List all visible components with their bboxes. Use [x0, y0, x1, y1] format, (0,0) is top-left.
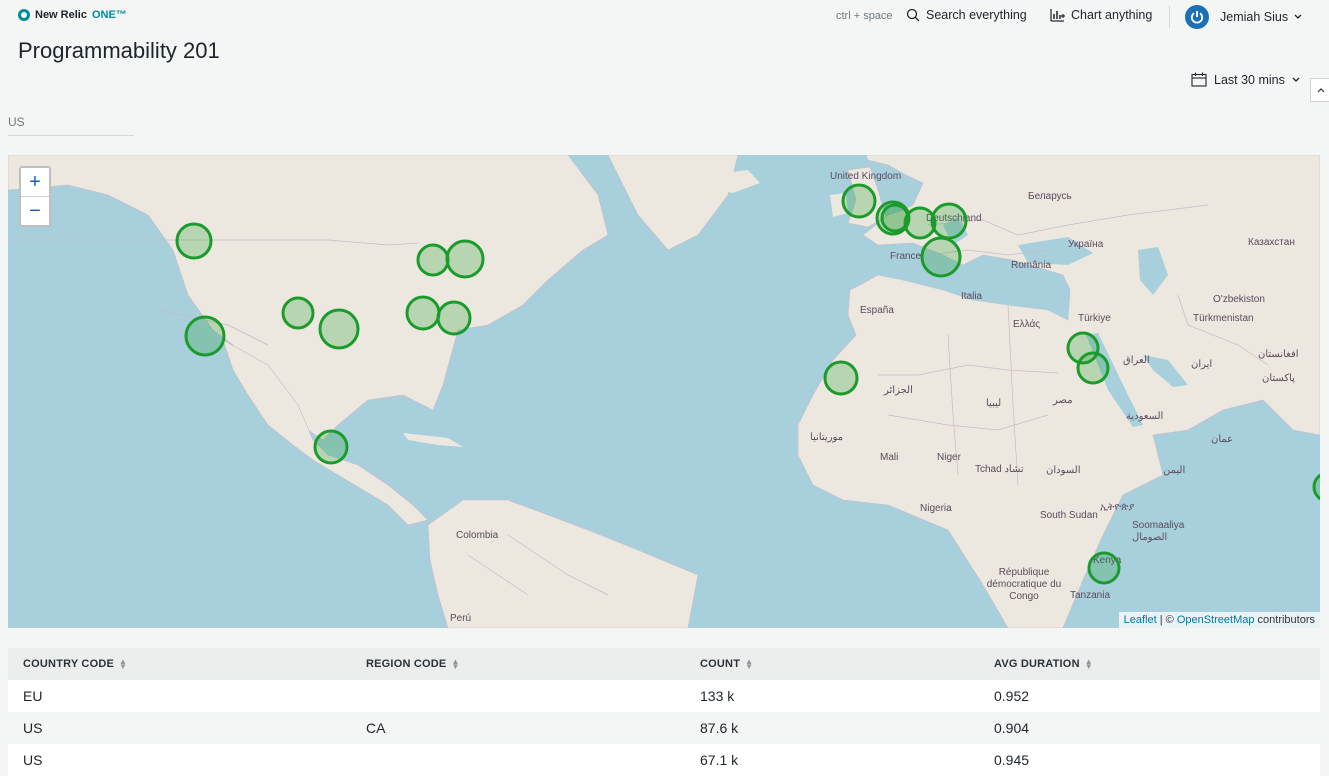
nav-divider — [1169, 6, 1170, 28]
location-marker[interactable] — [416, 243, 450, 277]
attribution-tail: contributors — [1254, 614, 1315, 626]
cell-count: 133 k — [700, 688, 735, 704]
chevron-up-icon — [1317, 88, 1324, 93]
new-relic-logo-icon — [18, 9, 30, 21]
column-header-country-code[interactable]: COUNTRY CODE ▲ ▼ — [8, 657, 351, 672]
location-marker[interactable] — [841, 183, 877, 219]
logo-one: ONE™ — [91, 9, 127, 21]
location-marker[interactable] — [405, 295, 441, 331]
column-label: COUNT — [700, 658, 741, 670]
chevron-down-icon — [1292, 77, 1300, 82]
location-marker[interactable] — [445, 239, 485, 279]
filter-field[interactable] — [8, 112, 134, 136]
search-everything-label: Search everything — [926, 8, 1027, 22]
new-relic-logo[interactable]: New Relic ONE™ — [18, 9, 127, 21]
table-row[interactable]: US 67.1 k 0.945 — [8, 744, 1320, 776]
chart-anything-label: Chart anything — [1071, 8, 1153, 22]
world-map[interactable]: United Kingdom Беларусь Deutschland Укра… — [8, 155, 1320, 628]
location-marker[interactable] — [1076, 351, 1110, 385]
zoom-out-button[interactable]: − — [21, 197, 49, 225]
map-attribution: Leaflet | © OpenStreetMap contributors — [1118, 612, 1320, 628]
sort-icon: ▲ ▼ — [745, 657, 754, 672]
location-marker[interactable] — [184, 315, 226, 357]
location-marker[interactable] — [1087, 551, 1121, 585]
sort-icon: ▲ ▼ — [119, 657, 128, 672]
chevron-down-icon — [1294, 14, 1302, 19]
table-row[interactable]: EU 133 k 0.952 — [8, 680, 1320, 712]
column-label: AVG DURATION — [994, 658, 1080, 670]
user-name: Jemiah Sius — [1220, 10, 1289, 24]
top-nav-bar: New Relic ONE™ ctrl + space Search every… — [0, 0, 1329, 34]
time-range-picker[interactable]: Last 30 mins — [1191, 72, 1300, 87]
user-avatar-icon — [1185, 5, 1209, 29]
chart-anything-button[interactable]: Chart anything — [1050, 8, 1152, 22]
location-marker[interactable] — [281, 296, 315, 330]
attribution-separator: | © — [1156, 614, 1177, 626]
page-title: Programmability 201 — [18, 38, 220, 63]
cell-avg-duration: 0.904 — [994, 720, 1030, 736]
cell-count: 67.1 k — [700, 752, 739, 768]
location-marker[interactable] — [903, 206, 937, 240]
location-marker[interactable] — [920, 236, 962, 278]
logo-text: New Relic — [35, 9, 87, 21]
collapse-panel-button[interactable] — [1310, 78, 1329, 102]
search-everything-button[interactable]: Search everything — [906, 8, 1027, 22]
sort-icon: ▲ ▼ — [1084, 657, 1093, 672]
cell-region-code: CA — [366, 720, 386, 736]
column-header-region-code[interactable]: REGION CODE ▲ ▼ — [351, 657, 685, 672]
location-marker[interactable] — [823, 360, 859, 396]
table-header: COUNTRY CODE ▲ ▼ REGION CODE ▲ ▼ COUNT ▲ ▼ AVG… — [8, 648, 1320, 680]
zoom-in-button[interactable]: + — [21, 168, 49, 197]
location-marker[interactable] — [930, 202, 968, 240]
cell-avg-duration: 0.945 — [994, 752, 1030, 768]
search-shortcut-hint: ctrl + space — [836, 10, 893, 22]
cell-count: 87.6 k — [700, 720, 739, 736]
location-marker[interactable] — [175, 222, 213, 260]
chart-icon — [1050, 9, 1065, 22]
leaflet-link[interactable]: Leaflet — [1124, 614, 1157, 626]
openstreetmap-link[interactable]: OpenStreetMap — [1177, 614, 1255, 626]
map-markers-layer — [175, 183, 1320, 585]
column-header-avg-duration[interactable]: AVG DURATION ▲ ▼ — [979, 657, 1320, 672]
cell-avg-duration: 0.952 — [994, 688, 1030, 704]
zoom-control: + − — [19, 166, 51, 227]
table-row[interactable]: US CA 87.6 k 0.904 — [8, 712, 1320, 744]
user-menu[interactable]: Jemiah Sius — [1185, 5, 1302, 29]
location-marker[interactable] — [1312, 473, 1320, 501]
column-label: COUNTRY CODE — [23, 658, 115, 670]
sort-icon: ▲ ▼ — [451, 657, 460, 672]
calendar-icon — [1191, 72, 1207, 87]
location-marker[interactable] — [318, 308, 360, 350]
results-table: COUNTRY CODE ▲ ▼ REGION CODE ▲ ▼ COUNT ▲ ▼ AVG… — [8, 648, 1320, 776]
location-marker[interactable] — [436, 300, 472, 336]
search-icon — [906, 8, 920, 22]
cell-country-code: EU — [23, 688, 43, 704]
column-header-count[interactable]: COUNT ▲ ▼ — [685, 657, 979, 672]
cell-country-code: US — [23, 720, 43, 736]
location-marker[interactable] — [313, 429, 349, 465]
column-label: REGION CODE — [366, 658, 447, 670]
time-range-label: Last 30 mins — [1214, 72, 1285, 87]
filter-input[interactable] — [8, 112, 128, 129]
cell-country-code: US — [23, 752, 43, 768]
